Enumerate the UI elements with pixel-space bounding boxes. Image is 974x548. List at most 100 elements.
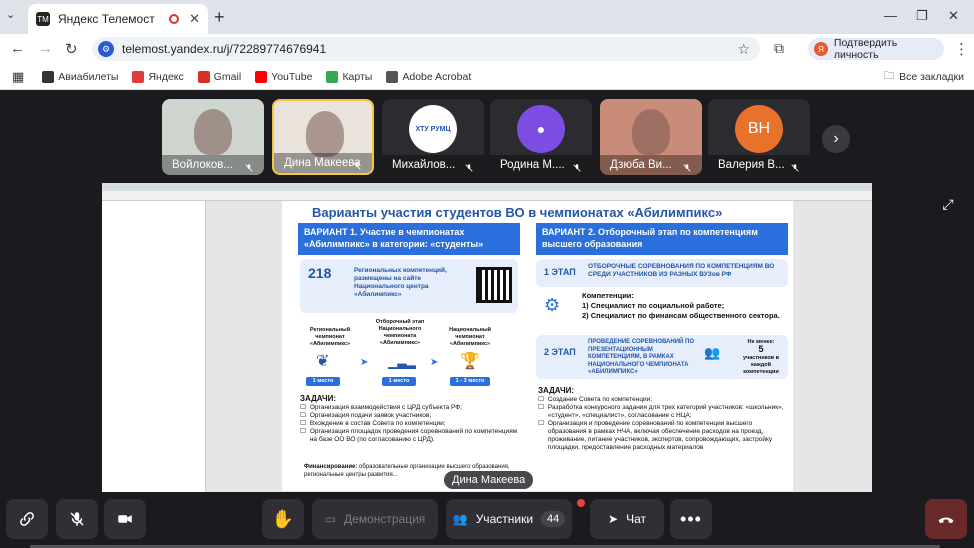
- task-text: Организация подачи заявок участников;: [309, 412, 432, 419]
- folder-icon: 🗀: [883, 69, 895, 82]
- participant-name-text: Войлоков...: [172, 159, 233, 171]
- end-call-button[interactable]: [925, 499, 967, 539]
- screen-share-button[interactable]: ▭ Демонстрация: [312, 499, 438, 539]
- site-info-icon[interactable]: ⚙: [98, 41, 114, 57]
- step-national: Национальный чемпионат «Абилимпикс»: [449, 327, 491, 347]
- hang-up-icon: [938, 517, 954, 524]
- tasks2-title: ЗАДАЧИ:: [538, 386, 574, 395]
- shared-slide-sidebar: [102, 201, 206, 492]
- comp-item: 1) Специалист по социальной работе;: [582, 301, 725, 310]
- comp-title: Компетенции:: [582, 291, 634, 300]
- all-bookmarks[interactable]: 🗀 Все закладки: [884, 68, 964, 86]
- bookmark-item[interactable]: Авиабилеты: [42, 70, 119, 83]
- task-item: ☐ Организация подачи заявок участников;: [300, 412, 524, 420]
- demo-label: Демонстрация: [344, 512, 426, 526]
- competencies-text: Региональных компетенций, размещены на с…: [354, 267, 447, 298]
- address-bar[interactable]: ⚙ telemost.yandex.ru/j/72289774676941 ☆: [92, 37, 760, 61]
- avatar: ВН: [735, 105, 783, 153]
- stage1-text: ОТБОРОЧНЫЕ СОРЕВНОВАНИЯ ПО КОМПЕТЕНЦИЯМ …: [588, 263, 775, 278]
- close-window-icon[interactable]: ✕: [948, 8, 959, 24]
- bookmark-label: Adobe Acrobat: [402, 70, 472, 83]
- bookmark-item[interactable]: Adobe Acrobat: [386, 70, 472, 83]
- bookmark-label: Карты: [342, 70, 373, 83]
- minimize-icon[interactable]: —: [884, 8, 897, 23]
- bookmark-star-icon[interactable]: ☆: [737, 41, 750, 58]
- people-icon: 👥: [452, 512, 468, 526]
- bookmark-label: Авиабилеты: [58, 70, 119, 83]
- reload-icon[interactable]: ↻: [65, 40, 78, 58]
- presentation-slide: Варианты участия студентов ВО в чемпиона…: [282, 201, 793, 491]
- notification-dot: [577, 499, 585, 507]
- participant-tile[interactable]: Дзюба Ви...: [600, 99, 702, 175]
- task-text: Создание Совета по компетенции;: [547, 396, 653, 403]
- user-icon: ●: [517, 105, 565, 153]
- mic-off-icon: [70, 512, 84, 526]
- min-text: участников в каждой компетенции: [742, 355, 780, 375]
- bookmark-label: YouTube: [271, 70, 313, 83]
- extensions-icon[interactable]: ⧉: [774, 40, 784, 57]
- stage2-text: ПРОВЕДЕНИЕ СОРЕВНОВАНИЙ ПО ПРЕЗЕНТАЦИОНН…: [588, 339, 694, 375]
- new-tab-icon[interactable]: +: [214, 7, 225, 28]
- stage2-box: 2 ЭТАП ПРОВЕДЕНИЕ СОРЕВНОВАНИЙ ПО ПРЕЗЕН…: [536, 335, 788, 379]
- browser-tab[interactable]: TM Яндекс Телемост ✕: [28, 4, 208, 34]
- bookmark-label: Яндекс: [148, 70, 184, 83]
- mic-off-icon: [572, 160, 582, 172]
- comp-item: 2) Специалист по финансам общественного …: [582, 311, 780, 320]
- stage1-label: 1 ЭТАП: [544, 267, 576, 277]
- task-item: ☐ Организация площадок проведения соревно…: [300, 428, 524, 444]
- participant-tile[interactable]: ХТУ РУМЦ Михайлов...: [382, 99, 484, 175]
- tab-search-icon[interactable]: ⌄: [6, 8, 15, 21]
- close-tab-icon[interactable]: ✕: [189, 11, 200, 27]
- tasks-title: ЗАДАЧИ:: [300, 394, 336, 403]
- stage1-box: 1 ЭТАП ОТБОРОЧНЫЕ СОРЕВНОВАНИЯ ПО КОМПЕТ…: [536, 259, 788, 287]
- bookmark-item[interactable]: YouTube: [255, 70, 313, 83]
- checkbox-icon: ☐: [300, 412, 306, 419]
- participant-tile[interactable]: ВН Валерия В...: [708, 99, 810, 175]
- trophy-icon: 🏆: [460, 353, 480, 370]
- send-icon: ➤: [608, 512, 619, 526]
- verify-label: Подтвердить личность: [833, 37, 898, 61]
- bookmark-item[interactable]: Gmail: [197, 70, 242, 83]
- task-item: ☐ Вхождение в состав Совета по компетенци…: [300, 420, 524, 428]
- participants-button[interactable]: 👥 Участники 44: [446, 499, 572, 539]
- verify-identity-button[interactable]: Я Подтвердить личность: [808, 37, 944, 61]
- fullscreen-icon[interactable]: ⤢: [936, 192, 960, 216]
- task-text: Вхождение в состав Совета по компетенции…: [309, 420, 446, 427]
- bookmark-item[interactable]: Карты: [326, 70, 373, 83]
- participant-name-text: Родина М....: [500, 159, 565, 171]
- back-icon[interactable]: ←: [10, 40, 25, 57]
- slide-title: Варианты участия студентов ВО в чемпиона…: [312, 205, 723, 220]
- participant-tile[interactable]: ● Родина М....: [490, 99, 592, 175]
- mute-mic-button[interactable]: [56, 499, 98, 539]
- gear-hand-icon: ⚙: [544, 295, 561, 315]
- gmail-icon: [197, 70, 210, 83]
- checkbox-icon: ☐: [300, 404, 306, 411]
- participant-name-text: Дзюба Ви...: [610, 159, 672, 171]
- telemost-favicon-icon: TM: [36, 12, 50, 26]
- task-text: Разработка конкурсного задания для трех …: [547, 404, 784, 419]
- checkbox-icon: ☐: [538, 420, 544, 427]
- place-badge: 1 - 3 место: [450, 377, 490, 386]
- chat-button[interactable]: ➤ Чат: [590, 499, 664, 539]
- more-dots-icon: •••: [680, 508, 702, 529]
- logo-avatar: ХТУ РУМЦ: [409, 105, 457, 153]
- participant-tile[interactable]: Войлоков...: [162, 99, 264, 175]
- participant-photo: [194, 109, 232, 155]
- restore-icon[interactable]: ❐: [916, 8, 928, 24]
- bookmark-label: Gmail: [213, 70, 242, 83]
- bookmark-item[interactable]: Яндекс: [132, 70, 184, 83]
- next-participants-button[interactable]: ›: [822, 125, 850, 153]
- forward-icon[interactable]: →: [38, 40, 53, 57]
- camera-button[interactable]: [104, 499, 146, 539]
- hand-icon: ✋: [271, 508, 295, 529]
- mic-off-icon: [244, 160, 254, 172]
- checkbox-icon: ☐: [300, 428, 306, 435]
- raise-hand-button[interactable]: ✋: [262, 499, 304, 539]
- more-button[interactable]: •••: [670, 499, 712, 539]
- menu-dots-icon[interactable]: ⋮: [954, 40, 969, 58]
- copy-link-button[interactable]: [6, 499, 48, 539]
- min-num: 5: [758, 344, 764, 354]
- participant-tile[interactable]: Дина Макеева: [272, 99, 374, 175]
- acrobat-icon: [386, 70, 399, 83]
- apps-icon[interactable]: ▦: [12, 69, 24, 85]
